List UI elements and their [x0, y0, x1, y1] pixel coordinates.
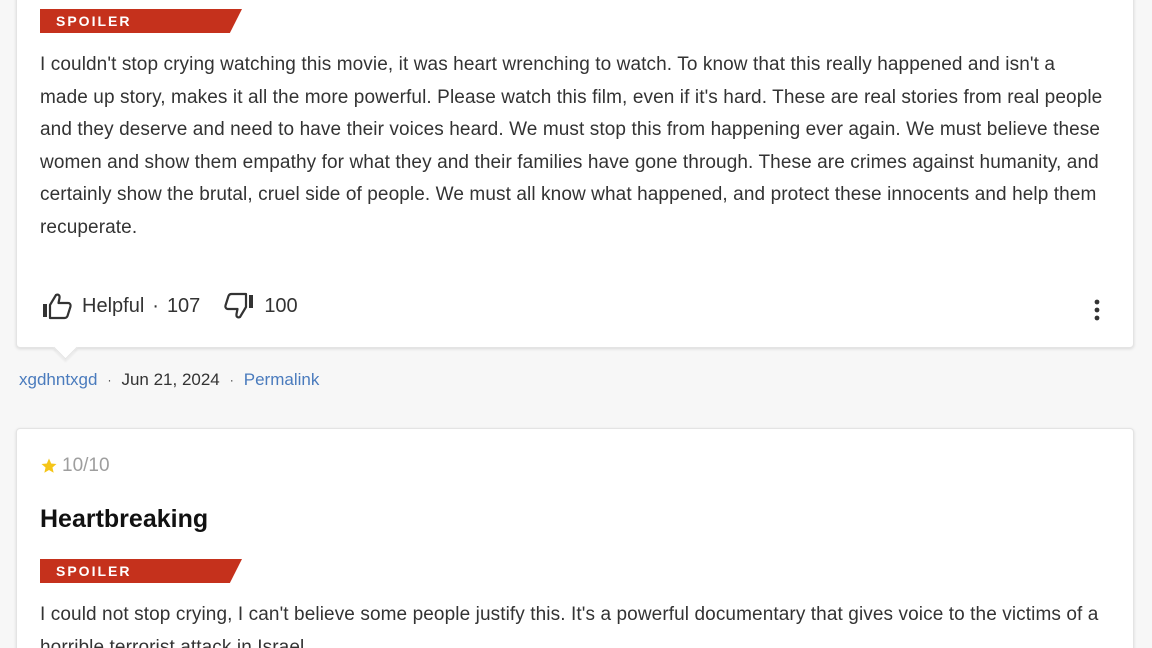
review-card: SPOILER I couldn't stop crying watching …: [16, 0, 1134, 348]
meta-separator: ·: [229, 373, 234, 387]
spoiler-badge[interactable]: SPOILER: [40, 559, 242, 583]
not-helpful-button[interactable]: 100: [222, 291, 298, 321]
helpful-label: Helpful: [82, 294, 145, 317]
more-vertical-icon: [1094, 299, 1100, 321]
helpful-count: 107: [166, 294, 201, 317]
review-text: I couldn't stop crying watching this mov…: [40, 54, 1103, 238]
review-date: Jun 21, 2024: [121, 370, 220, 389]
not-helpful-count: 100: [264, 294, 298, 317]
star-icon: [41, 458, 57, 473]
meta-separator: ·: [107, 373, 112, 387]
thumb-up-icon[interactable]: [40, 291, 74, 321]
thumb-down-icon[interactable]: [222, 291, 256, 321]
permalink-link[interactable]: Permalink: [244, 370, 320, 390]
vote-bar: Helpful · 107 100: [40, 291, 298, 321]
author-link[interactable]: xgdhntxgd: [19, 370, 97, 390]
review-meta: xgdhntxgd · Jun 21, 2024 · Permalink: [19, 370, 319, 390]
helpful-separator: ·: [152, 294, 159, 317]
spoiler-badge[interactable]: SPOILER: [40, 9, 242, 33]
user-rating: 10/10: [40, 455, 110, 477]
rating-value: 10/10: [62, 455, 110, 476]
more-options-button[interactable]: [1083, 295, 1111, 325]
review-title[interactable]: Heartbreaking: [40, 505, 208, 534]
review-text: I could not stop crying, I can't believe…: [40, 604, 1099, 648]
reviews-page: SPOILER I couldn't stop crying watching …: [0, 0, 1152, 648]
review-card: 10/10 Heartbreaking SPOILER I could not …: [16, 428, 1134, 648]
